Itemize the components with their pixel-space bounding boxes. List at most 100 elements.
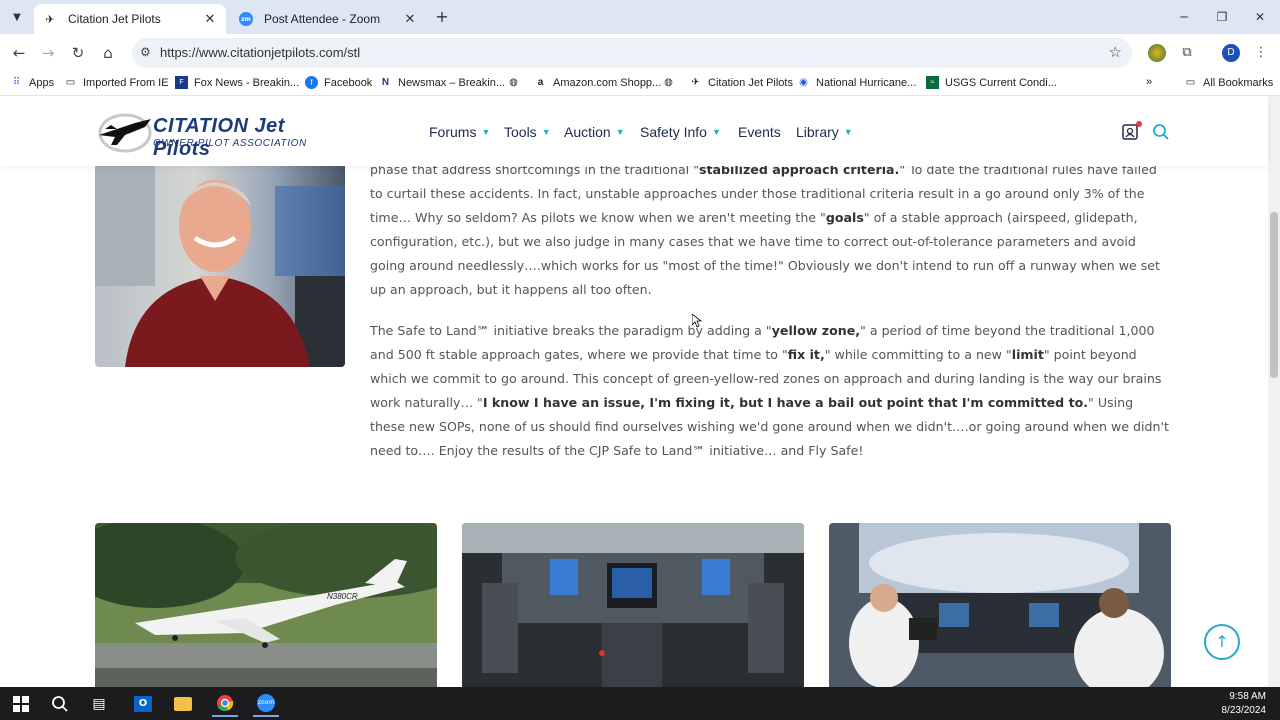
menu-label: Safety Info: [640, 124, 707, 140]
profile-avatar[interactable]: D: [1222, 44, 1240, 62]
folder-icon: ▭: [1185, 77, 1196, 88]
chevron-down-icon: ▼: [615, 127, 625, 137]
card-jet-landing[interactable]: N380CR: [95, 523, 437, 687]
card-pilots-cockpit[interactable]: [829, 523, 1171, 687]
article-paragraph: The Safe to Land℠ initiative breaks the …: [370, 322, 1169, 459]
bookmark-newsmax[interactable]: N Newsmax – Breakin...: [379, 76, 505, 89]
logo-subtitle: OWNER PILOT ASSOCIATION: [153, 138, 307, 149]
menu-auction[interactable]: Auction ▼: [564, 124, 625, 140]
bookmark-foxnews[interactable]: F Fox News - Breakin...: [175, 76, 299, 89]
more-bookmarks-icon[interactable]: »: [1146, 76, 1152, 88]
facebook-icon: f: [305, 76, 318, 89]
task-view-icon[interactable]: ▤: [86, 691, 112, 717]
bookmark-usgs[interactable]: ≈ USGS Current Condi...: [926, 76, 1057, 89]
zoom-app-icon[interactable]: zoom: [253, 691, 279, 717]
menu-events[interactable]: Events: [738, 124, 781, 140]
bookmark-globe[interactable]: ◍: [662, 76, 681, 89]
menu-label: Auction: [564, 124, 611, 140]
menu-tools[interactable]: Tools ▼: [504, 124, 551, 140]
url-text[interactable]: https://www.citationjetpilots.com/stl: [160, 45, 360, 60]
amazon-icon: a: [537, 77, 544, 88]
tail-number: N380CR: [327, 592, 358, 601]
bookmark-label: Fox News - Breakin...: [194, 76, 300, 89]
tab-strip: ▼ ✈ Citation Jet Pilots ✕ zm Post Attend…: [0, 0, 1280, 34]
extension-icon[interactable]: [1148, 44, 1166, 62]
bookmark-label: Apps: [29, 76, 55, 89]
bookmark-label: National Hurricane...: [816, 76, 917, 89]
bookmarks-bar: ⠿ Apps ▭ Imported From IE F Fox News - Brea…: [0, 72, 1280, 96]
bookmark-apps[interactable]: ⠿ Apps: [10, 76, 54, 89]
bookmark-citation[interactable]: ✈ Citation Jet Pilots: [689, 76, 793, 89]
forward-icon[interactable]: →: [37, 42, 59, 64]
author-photo: [95, 166, 345, 367]
bookmark-label: Newsmax – Breakin...: [398, 76, 505, 89]
restore-icon[interactable]: ❐: [1204, 6, 1240, 28]
jet-icon: ✈: [45, 12, 55, 26]
system-clock[interactable]: 9:58 AM 8/23/2024: [1222, 690, 1267, 718]
chevron-down-icon: ▼: [481, 127, 491, 137]
bookmark-facebook[interactable]: f Facebook: [305, 76, 372, 89]
nhc-icon: ◉: [799, 77, 808, 88]
tab-title: Citation Jet Pilots: [68, 12, 161, 26]
account-icon[interactable]: [1120, 121, 1142, 143]
mouse-cursor-icon: [692, 314, 702, 328]
foxnews-icon: F: [175, 76, 188, 89]
bookmark-label: USGS Current Condi...: [945, 76, 1057, 89]
site-logo[interactable]: CITATION Jet Pilots OWNER PILOT ASSOCIAT…: [95, 109, 340, 160]
apps-grid-icon: ⠿: [12, 77, 21, 88]
card-instrument-panel[interactable]: [462, 523, 804, 687]
bookmark-label: All Bookmarks: [1203, 76, 1274, 89]
reload-icon[interactable]: ↻: [67, 42, 89, 64]
all-bookmarks[interactable]: ▭ All Bookmarks: [1184, 76, 1274, 89]
zoom-icon: zm: [238, 11, 254, 27]
menu-forums[interactable]: Forums ▼: [429, 124, 490, 140]
menu-safety-info[interactable]: Safety Info ▼: [640, 124, 721, 140]
minimize-icon[interactable]: ─: [1166, 6, 1202, 28]
home-icon[interactable]: ⌂: [97, 42, 119, 64]
scrollbar-thumb[interactable]: [1270, 212, 1278, 378]
menu-label: Library: [796, 124, 839, 140]
windows-start-icon[interactable]: [8, 691, 34, 717]
close-icon[interactable]: ✕: [202, 12, 218, 27]
windows-taskbar: ▤ O zoom 9:58 AM 8/23/2024: [0, 687, 1280, 720]
search-icon[interactable]: [47, 691, 73, 717]
site-info-icon[interactable]: ⚙: [140, 45, 151, 59]
kebab-menu-icon[interactable]: ⋮: [1252, 44, 1270, 62]
tab-search-dropdown-icon[interactable]: ▼: [6, 6, 28, 28]
article-paragraph: phase that address shortcomings in the t…: [370, 162, 1160, 298]
clock-time: 9:58 AM: [1229, 691, 1266, 702]
page-scrollbar[interactable]: [1268, 96, 1280, 687]
new-tab-icon[interactable]: +: [432, 7, 452, 27]
web-page: CITATION Jet Pilots OWNER PILOT ASSOCIAT…: [0, 96, 1280, 687]
tab-post-attendee-zoom[interactable]: zm Post Attendee - Zoom ✕: [230, 4, 426, 34]
bookmark-nhc[interactable]: ◉ National Hurricane...: [797, 76, 916, 89]
jet-logo-icon: [98, 113, 152, 153]
newsmax-icon: N: [381, 77, 390, 88]
puzzle-icon[interactable]: ⧉: [1178, 44, 1196, 62]
window-close-icon[interactable]: ✕: [1242, 6, 1278, 28]
tab-title: Post Attendee - Zoom: [264, 12, 381, 26]
usgs-icon: ≈: [926, 76, 939, 89]
address-bar[interactable]: ⚙ https://www.citationjetpilots.com/stl …: [132, 38, 1132, 68]
file-explorer-icon[interactable]: [170, 691, 196, 717]
back-icon[interactable]: ←: [8, 42, 30, 64]
folder-icon: ▭: [65, 77, 76, 88]
scroll-to-top-button[interactable]: ↑: [1204, 624, 1240, 660]
globe-icon: ◍: [509, 77, 518, 88]
bookmark-amazon[interactable]: a Amazon.com Shopp...: [534, 76, 662, 89]
menu-label: Tools: [504, 124, 537, 140]
chrome-icon[interactable]: [212, 691, 238, 717]
chevron-down-icon: ▼: [711, 127, 721, 137]
close-icon[interactable]: ✕: [402, 12, 418, 27]
tab-citation-jet-pilots[interactable]: ✈ Citation Jet Pilots ✕: [34, 4, 226, 34]
bookmark-star-icon[interactable]: ☆: [1109, 43, 1122, 61]
jet-icon: ✈: [691, 77, 700, 88]
browser-toolbar: ← → ↻ ⌂ ⚙ https://www.citationjetpilots.…: [0, 34, 1280, 72]
menu-library[interactable]: Library ▼: [796, 124, 853, 140]
clock-date: 8/23/2024: [1221, 705, 1267, 716]
bookmark-globe[interactable]: ◍: [507, 76, 526, 89]
bookmark-folder[interactable]: ▭ Imported From IE: [64, 76, 169, 89]
outlook-icon[interactable]: O: [130, 691, 156, 717]
search-icon[interactable]: [1151, 123, 1171, 143]
bookmark-label: Facebook: [324, 76, 373, 89]
